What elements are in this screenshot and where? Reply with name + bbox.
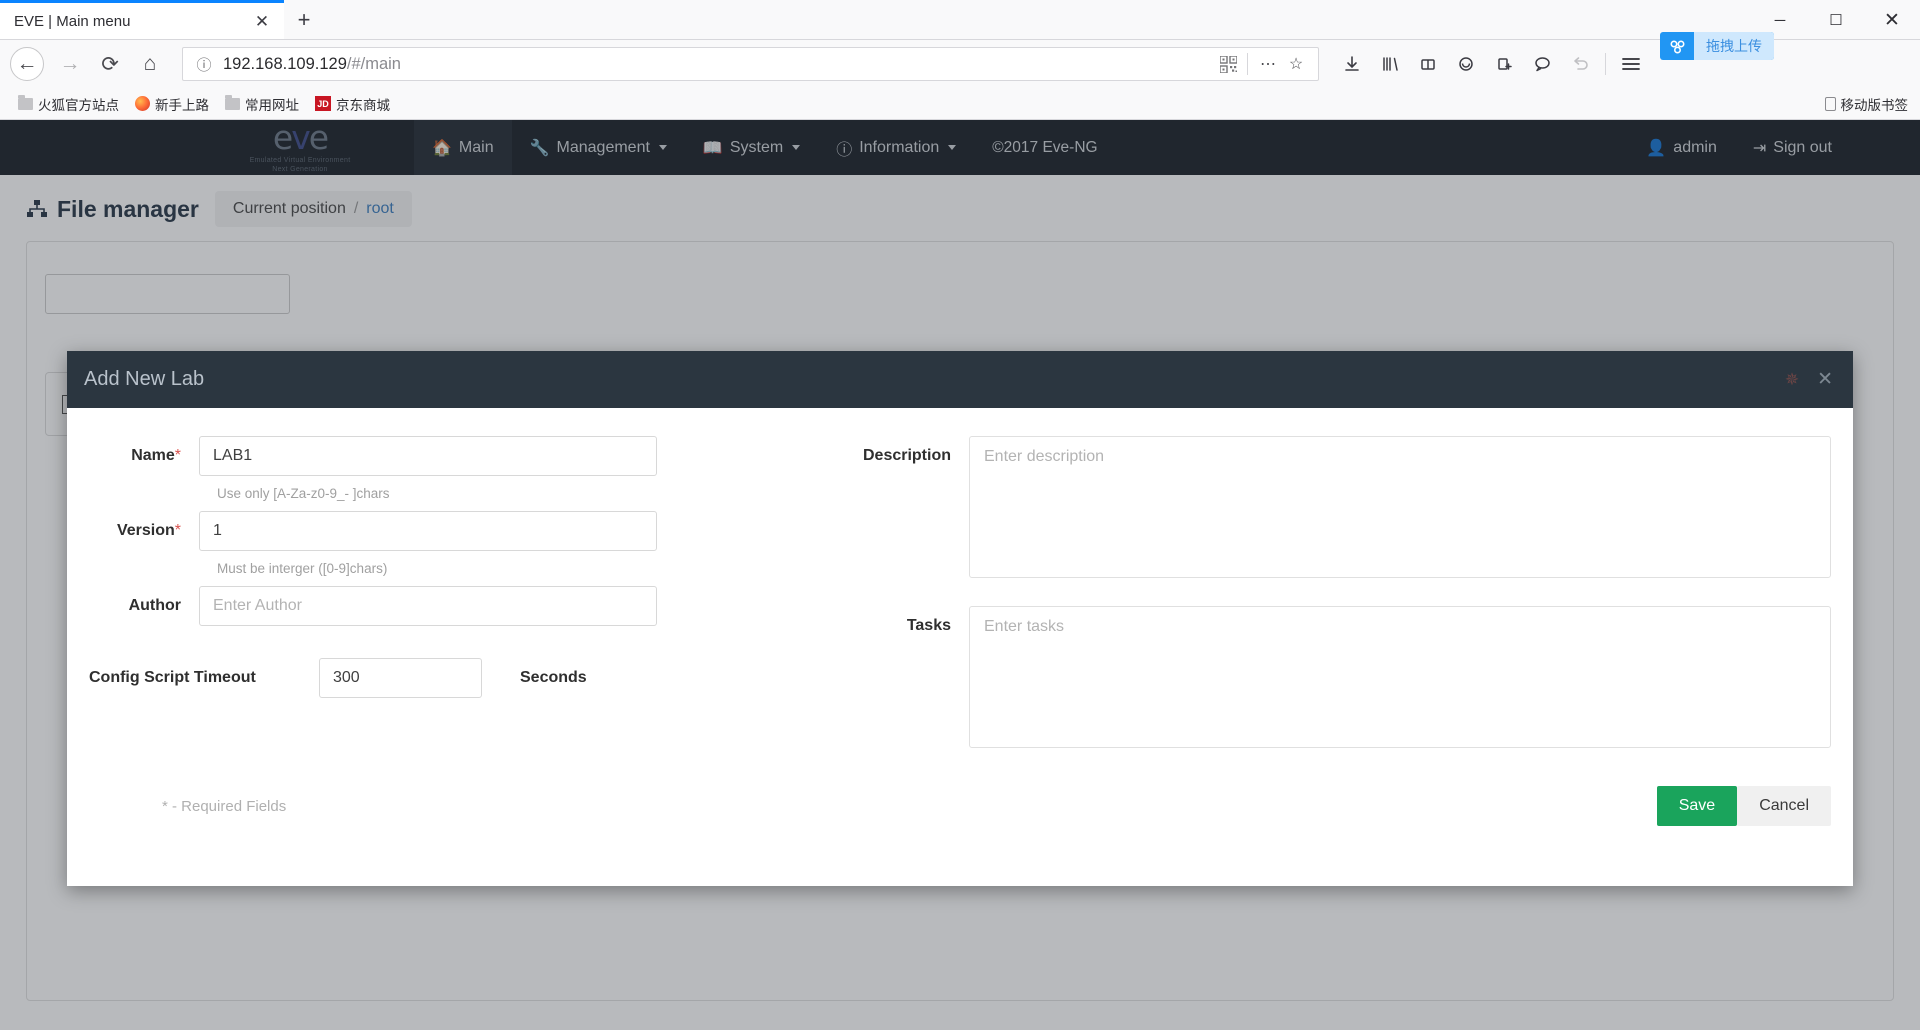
url-host: 192.168.109.129 <box>223 54 347 73</box>
name-label-text: Name <box>131 447 175 464</box>
version-label-text: Version <box>116 522 175 539</box>
bookmark-label: 火狐官方站点 <box>38 97 119 113</box>
description-label: Description <box>862 447 951 464</box>
name-input[interactable] <box>199 436 657 476</box>
drag-upload-label: 拖拽上传 <box>1694 32 1774 60</box>
bookmark-item-getting-started[interactable]: 新手上路 <box>127 91 217 117</box>
url-bar-actions: ⋯ ☆ <box>1215 51 1310 77</box>
spinner-icon: ✵ <box>1784 369 1800 389</box>
seconds-unit-label: Seconds <box>520 669 587 686</box>
bookmark-star-icon[interactable]: ☆ <box>1282 51 1310 77</box>
modal-left-column: Name* Use only [A-Za-z0-9_- ]chars Versi… <box>89 436 829 776</box>
window-controls: ─ ☐ ✕ <box>1752 0 1920 40</box>
forward-icon[interactable]: → <box>50 44 90 84</box>
field-row-timeout: Config Script Timeout Seconds <box>89 658 829 698</box>
tab-close-icon[interactable]: ✕ <box>250 9 274 33</box>
bookmarks-bar: 火狐官方站点 新手上路 常用网址 JD 京东商城 移动版书签 <box>0 88 1920 120</box>
bookmark-label: 常用网址 <box>245 97 299 113</box>
pocket-icon[interactable] <box>1409 44 1447 84</box>
folder-icon <box>225 94 240 110</box>
description-textarea[interactable] <box>969 436 1831 578</box>
maximize-button[interactable]: ☐ <box>1808 0 1864 40</box>
library-icon[interactable] <box>1371 44 1409 84</box>
author-label: Author <box>128 597 181 614</box>
download-icon[interactable] <box>1333 44 1371 84</box>
url-divider <box>1247 53 1248 75</box>
save-to-pocket-icon[interactable] <box>1485 44 1523 84</box>
version-label: Version* <box>89 511 199 540</box>
baidu-netdisk-icon <box>1660 32 1694 60</box>
save-button[interactable]: Save <box>1656 786 1738 826</box>
bookmark-label: 京东商城 <box>336 97 390 113</box>
mobile-bookmarks-button[interactable]: 移动版书签 <box>1824 94 1909 114</box>
new-tab-button[interactable]: + <box>284 0 324 39</box>
bookmark-item-jd[interactable]: JD 京东商城 <box>307 91 398 117</box>
config-script-timeout-input[interactable] <box>319 658 482 698</box>
browser-tab[interactable]: EVE | Main menu ✕ <box>0 0 284 39</box>
modal-footer-buttons: Save Cancel <box>1656 786 1831 826</box>
name-label: Name* <box>89 436 199 465</box>
undo-icon[interactable] <box>1561 44 1599 84</box>
field-row-author: Author <box>89 586 829 626</box>
reload-icon[interactable]: ⟳ <box>90 44 130 84</box>
site-info-icon[interactable]: ⓘ <box>191 51 217 77</box>
field-row-description: Description <box>859 436 1831 578</box>
mobile-bookmarks-icon <box>1824 96 1836 111</box>
browser-titlebar: EVE | Main menu ✕ + ─ ☐ ✕ <box>0 0 1920 40</box>
browser-navigation-bar: ← → ⟳ ⌂ ⓘ 192.168.109.129/#/main ⋯ ☆ <box>0 40 1920 88</box>
modal-close-icon[interactable]: ✕ <box>1817 370 1833 389</box>
mobile-bookmarks-label: 移动版书签 <box>1840 97 1909 113</box>
name-hint: Use only [A-Za-z0-9_- ]chars <box>217 486 390 501</box>
back-icon[interactable]: ← <box>10 47 44 81</box>
url-path: /#/main <box>346 54 401 73</box>
tab-title: EVE | Main menu <box>14 12 131 30</box>
modal-bottom-padding <box>67 856 1853 886</box>
version-input[interactable] <box>199 511 657 551</box>
bookmark-item-common-sites[interactable]: 常用网址 <box>217 91 307 117</box>
modal-footer: * - Required Fields Save Cancel <box>67 786 1853 856</box>
page-content: eve Emulated Virtual Environment Next Ge… <box>0 120 1920 1030</box>
browser-window: EVE | Main menu ✕ + ─ ☐ ✕ ← → ⟳ ⌂ ⓘ 192.… <box>0 0 1920 1030</box>
hamburger-menu-icon[interactable] <box>1612 44 1650 84</box>
url-bar[interactable]: ⓘ 192.168.109.129/#/main ⋯ ☆ <box>182 47 1319 81</box>
firefox-icon <box>135 96 150 111</box>
required-marker: * <box>174 522 181 539</box>
window-close-button[interactable]: ✕ <box>1864 0 1920 40</box>
add-new-lab-modal: Add New Lab ✵ ✕ Name* Use only [A-Za-z0-… <box>67 351 1853 886</box>
field-row-name: Name* <box>89 436 829 476</box>
modal-right-column: Description Tasks <box>829 436 1831 776</box>
account-icon[interactable] <box>1447 44 1485 84</box>
folder-icon <box>18 94 33 110</box>
bookmark-label: 新手上路 <box>155 97 209 113</box>
drag-upload-badge[interactable]: 拖拽上传 <box>1660 32 1774 60</box>
author-input[interactable] <box>199 586 657 626</box>
cancel-button[interactable]: Cancel <box>1737 786 1831 826</box>
modal-title: Add New Lab <box>84 368 205 390</box>
bookmark-item-firefox-official[interactable]: 火狐官方站点 <box>10 91 127 117</box>
jd-icon: JD <box>315 96 331 111</box>
home-icon[interactable]: ⌂ <box>130 44 170 84</box>
field-row-version: Version* <box>89 511 829 551</box>
qr-code-icon[interactable] <box>1215 51 1241 77</box>
tasks-label: Tasks <box>906 617 951 634</box>
toolbar-divider <box>1605 53 1606 75</box>
tasks-textarea[interactable] <box>969 606 1831 748</box>
url-text: 192.168.109.129/#/main <box>217 55 1215 74</box>
required-marker: * <box>174 447 181 464</box>
field-row-tasks: Tasks <box>859 606 1831 748</box>
modal-body: Name* Use only [A-Za-z0-9_- ]chars Versi… <box>67 408 1853 786</box>
config-script-timeout-label: Config Script Timeout <box>89 669 256 686</box>
version-hint: Must be interger ([0-9]chars) <box>217 561 388 576</box>
modal-header: Add New Lab ✵ ✕ <box>67 351 1853 408</box>
modal-header-actions: ✵ ✕ <box>1785 370 1833 390</box>
page-actions-icon[interactable]: ⋯ <box>1254 51 1282 77</box>
required-fields-note: * - Required Fields <box>162 797 287 815</box>
chat-icon[interactable] <box>1523 44 1561 84</box>
